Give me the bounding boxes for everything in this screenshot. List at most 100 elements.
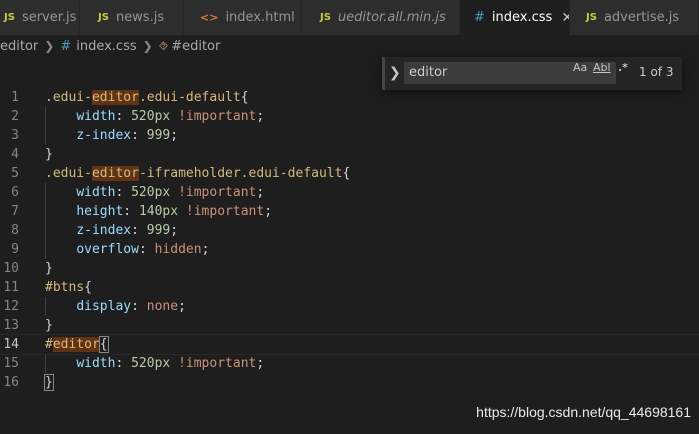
code-token: !important: [178, 109, 257, 124]
line-number: 14: [3, 337, 19, 352]
code-token: width: [76, 356, 116, 371]
code-line[interactable]: 1 .edui-editor.edui-default{: [0, 88, 699, 107]
code-text: z-index: 999;: [45, 221, 178, 240]
code-token: }: [44, 374, 54, 391]
code-text: width: 520px !important;: [45, 107, 264, 126]
code-token: :: [115, 185, 132, 200]
tab-server-js[interactable]: JS server.js: [0, 0, 80, 35]
code-token: #: [45, 337, 53, 352]
tab-advertise-js[interactable]: JS advertise.js: [570, 0, 699, 35]
match-case-icon[interactable]: Aa: [573, 61, 587, 74]
tab-label: index.css: [491, 10, 553, 25]
code-token: overflow: [76, 242, 139, 257]
chevron-right-icon[interactable]: ❯: [389, 65, 401, 81]
code-token: 520px: [131, 185, 171, 200]
code-text: width: 520px !important;: [45, 183, 264, 202]
css-file-icon: #: [474, 10, 485, 25]
code-token: ;: [201, 242, 210, 257]
code-line[interactable]: 12 display: none;: [0, 297, 699, 316]
breadcrumb-folder[interactable]: editor: [0, 39, 38, 54]
tab-index-css[interactable]: # index.css ✕: [460, 0, 570, 35]
code-token: ;: [170, 128, 179, 143]
tab-index-html[interactable]: <> index.html: [184, 0, 302, 35]
code-token: ;: [256, 356, 265, 371]
code-token: ;: [264, 204, 273, 219]
code-line[interactable]: 7 height: 140px !important;: [0, 202, 699, 221]
css-file-icon: #: [60, 38, 72, 54]
code-token: !important: [185, 204, 265, 219]
tab-news-js[interactable]: JS news.js: [80, 0, 184, 35]
code-text: #editor{: [45, 335, 109, 354]
code-text: }: [45, 316, 53, 335]
code-text: }: [44, 373, 54, 392]
code-text: width: 520px !important;: [45, 354, 264, 373]
code-text: }: [45, 259, 53, 278]
code-editor[interactable]: 1 .edui-editor.edui-default{2 width: 520p…: [0, 88, 699, 392]
line-number: 6: [11, 185, 19, 200]
code-line[interactable]: 10}: [0, 259, 699, 278]
line-number: 12: [3, 299, 19, 314]
code-token: }: [45, 147, 53, 162]
line-number: 11: [3, 280, 19, 295]
line-number: 2: [11, 109, 19, 124]
code-text: overflow: hidden;: [45, 240, 209, 259]
code-token: none: [146, 299, 179, 314]
code-token: !important: [178, 185, 257, 200]
code-text: height: 140px !important;: [45, 202, 272, 221]
line-number: 3: [11, 128, 19, 143]
code-token: 520px: [131, 356, 171, 371]
code-line[interactable]: 11 #btns{: [0, 278, 699, 297]
code-token: .edui-: [45, 90, 92, 105]
code-token: {: [342, 166, 351, 181]
line-number: 4: [11, 147, 19, 162]
code-token: display: [76, 299, 132, 314]
code-token: :: [115, 109, 132, 124]
code-line[interactable]: 4}: [0, 145, 699, 164]
line-number: 9: [11, 242, 19, 257]
code-line[interactable]: 6 width: 520px !important;: [0, 183, 699, 202]
code-token: }: [45, 318, 53, 333]
code-line[interactable]: 14 #editor{: [0, 334, 699, 355]
line-number: 10: [3, 261, 19, 276]
code-token: .edui-: [45, 166, 92, 181]
code-token: -iframeholder.edui-default: [138, 166, 343, 181]
breadcrumb-symbol[interactable]: #editor: [171, 39, 220, 54]
code-line[interactable]: 16}: [0, 373, 699, 392]
find-widget: ❯ editor Aa Abl .* 1 of 3: [382, 57, 682, 90]
code-line[interactable]: 2 width: 520px !important;: [0, 107, 699, 126]
search-match: editor: [52, 337, 100, 352]
line-number: 13: [3, 318, 19, 333]
tab-ueditor-all-min-js[interactable]: JS ueditor.all.min.js: [302, 0, 460, 35]
code-line[interactable]: 13}: [0, 316, 699, 335]
search-match: editor: [91, 166, 139, 181]
code-token: :: [115, 356, 132, 371]
line-number: 16: [3, 375, 19, 390]
code-line[interactable]: 3 z-index: 999;: [0, 126, 699, 145]
chevron-right-icon: ❯: [142, 39, 153, 53]
code-line[interactable]: 8 z-index: 999;: [0, 221, 699, 240]
code-token: :: [138, 242, 155, 257]
code-token: height: [76, 204, 124, 219]
line-number: 8: [11, 223, 19, 238]
close-icon[interactable]: ✕: [561, 10, 569, 26]
whole-word-icon[interactable]: Abl: [593, 61, 611, 74]
breadcrumb-file[interactable]: index.css: [76, 39, 136, 54]
code-line[interactable]: 15 width: 520px !important;: [0, 354, 699, 373]
regex-icon[interactable]: .*: [618, 61, 628, 74]
code-token: z-index: [76, 128, 132, 143]
code-token: ;: [256, 185, 265, 200]
code-line[interactable]: 5 .edui-editor-iframeholder.edui-default{: [0, 164, 699, 183]
code-token: :: [131, 223, 147, 238]
code-token: 999: [146, 223, 171, 238]
code-token: width: [76, 185, 116, 200]
code-line[interactable]: 9 overflow: hidden;: [0, 240, 699, 259]
javascript-file-icon: JS: [98, 12, 109, 23]
tab-label: ueditor.all.min.js: [337, 10, 446, 25]
line-number: 5: [11, 166, 19, 181]
code-token: {: [98, 336, 109, 353]
